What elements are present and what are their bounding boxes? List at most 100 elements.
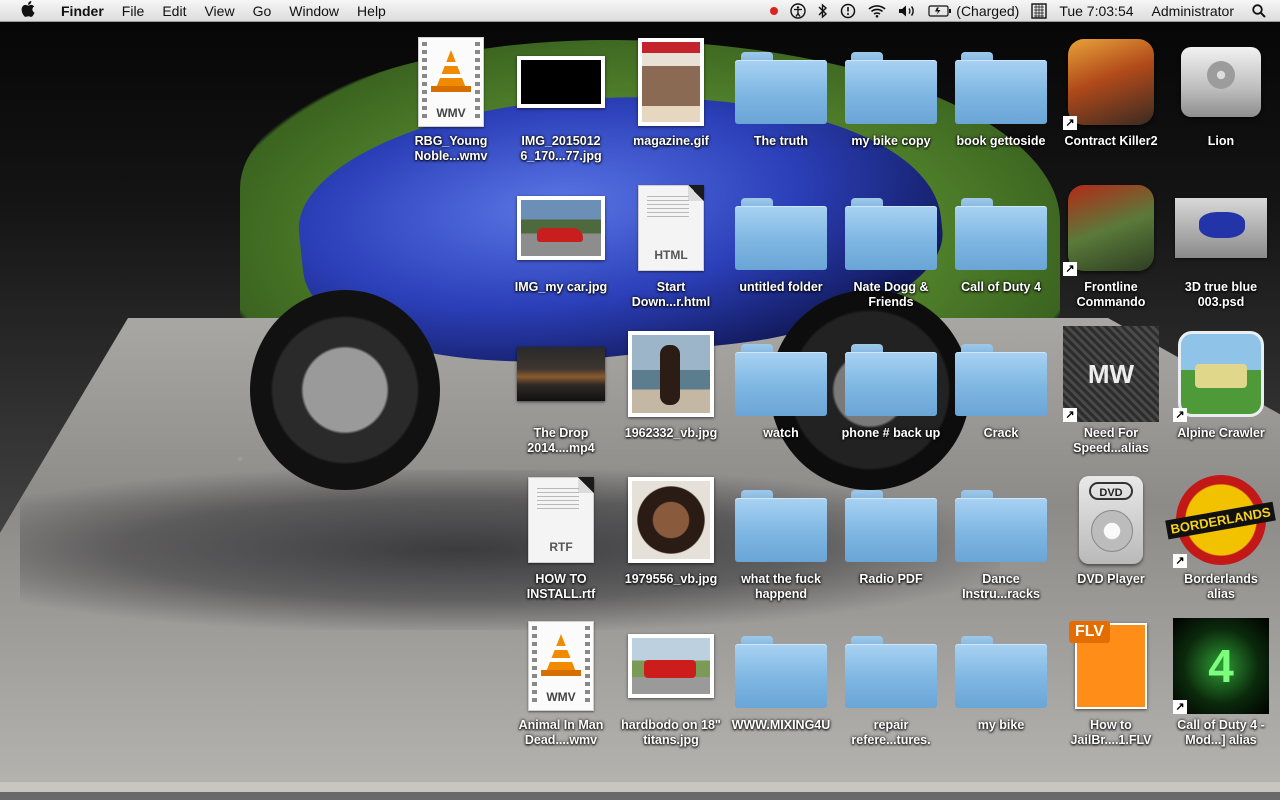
folder-icon [845, 198, 937, 270]
bluetooth-icon[interactable] [812, 3, 834, 19]
image-thumbnail [517, 56, 605, 108]
photo-thumbnail [628, 477, 714, 563]
alias-arrow-icon: ↗ [1063, 408, 1077, 422]
folder-icon [845, 636, 937, 708]
accessibility-icon[interactable] [784, 3, 812, 19]
file-type-tag: WMV [436, 106, 466, 120]
desktop-folder[interactable]: phone # back up [839, 326, 943, 441]
desktop-folder[interactable]: my bike [949, 618, 1053, 733]
folder-icon [735, 490, 827, 562]
alias-arrow-icon: ↗ [1173, 408, 1187, 422]
vlc-document-icon: WMV [418, 37, 484, 127]
folder-icon [955, 636, 1047, 708]
icon-label: my bike [977, 718, 1025, 732]
icon-label: untitled folder [739, 280, 823, 294]
desktop-folder[interactable]: Call of Duty 4 [949, 180, 1053, 295]
icon-label: IMG_my car.jpg [514, 280, 608, 294]
icon-label: Lion [1207, 134, 1235, 148]
icon-label: 3D true blue 003.psd [1184, 280, 1258, 309]
desktop-folder[interactable]: repair refere...tures. [839, 618, 943, 748]
desktop-folder[interactable]: WWW.MIXING4U [729, 618, 833, 733]
truck-photo-thumbnail [628, 634, 714, 698]
hard-drive-icon [1181, 47, 1261, 117]
desktop-app[interactable]: DVD DVD Player [1059, 472, 1163, 587]
menu-file[interactable]: File [113, 0, 154, 22]
volume-icon[interactable] [892, 4, 922, 18]
desktop-icon-gif-file[interactable]: magazine.gif [619, 34, 723, 149]
folder-icon [955, 344, 1047, 416]
menu-edit[interactable]: Edit [153, 0, 195, 22]
icon-label: phone # back up [841, 426, 941, 440]
icon-label: repair refere...tures. [851, 718, 931, 747]
status-menus: (Charged) Tue 7:03:54 Administrator [764, 0, 1280, 22]
menu-window[interactable]: Window [280, 0, 348, 22]
desktop-folder[interactable]: what the fuck happend [729, 472, 833, 602]
desktop-app-alias[interactable]: ↗ Frontline Commando [1059, 180, 1163, 310]
desktop-icon-html-file[interactable]: HTML Start Down...r.html [619, 180, 723, 310]
desktop-hard-drive[interactable]: Lion [1169, 34, 1273, 149]
apple-menu-icon[interactable] [18, 0, 38, 21]
folder-icon [735, 344, 827, 416]
time-machine-icon[interactable] [834, 3, 862, 19]
desktop-icon-video-file[interactable]: The Drop 2014....mp4 [509, 326, 613, 456]
folder-icon [735, 636, 827, 708]
desktop-icon-wmv-file[interactable]: WMV Animal In Man Dead....wmv [509, 618, 613, 748]
desktop-folder[interactable]: The truth [729, 34, 833, 149]
desktop-folder[interactable]: book gettoside [949, 34, 1053, 149]
folder-icon [735, 198, 827, 270]
desktop-folder[interactable]: Radio PDF [839, 472, 943, 587]
desktop-icon-image-file[interactable]: IMG_my car.jpg [509, 180, 613, 295]
menubar-clock[interactable]: Tue 7:03:54 [1053, 0, 1139, 22]
desktop-icon-image-file[interactable]: hardbodo on 18" titans.jpg [619, 618, 723, 748]
keyboard-viewer-icon[interactable] [1025, 3, 1053, 19]
desktop-folder[interactable]: Dance Instru...racks [949, 472, 1053, 602]
menu-bar: Finder File Edit View Go Window Help (Ch… [0, 0, 1280, 22]
desktop-folder[interactable]: Crack [949, 326, 1053, 441]
icon-label: watch [763, 426, 799, 440]
icon-label: DVD Player [1077, 572, 1145, 586]
battery-status[interactable]: (Charged) [922, 0, 1025, 22]
user-menu[interactable]: Administrator [1140, 0, 1246, 22]
vlc-document-icon: WMV [528, 621, 594, 711]
desktop-app-alias[interactable]: ↗ Contract Killer2 [1059, 34, 1163, 149]
file-type-tag: FLV [1069, 621, 1111, 643]
desktop-app-alias[interactable]: MW ↗ Need For Speed...alias [1059, 326, 1163, 456]
icon-label: what the fuck happend [741, 572, 821, 601]
menu-view[interactable]: View [195, 0, 243, 22]
wifi-icon[interactable] [862, 4, 892, 18]
spotlight-icon[interactable] [1246, 4, 1280, 18]
icon-label: Start Down...r.html [631, 280, 711, 309]
desktop-icon-flv-file[interactable]: FLV How to JailBr....1.FLV [1059, 618, 1163, 748]
desktop-app-alias[interactable]: 4 ↗ Call of Duty 4 - Mod...] alias [1169, 618, 1273, 748]
alias-arrow-icon: ↗ [1063, 262, 1077, 276]
desktop-icon-rtf-file[interactable]: RTF HOW TO INSTALL.rtf [509, 472, 613, 602]
borderlands-icon: BORDERLANDS [1165, 475, 1277, 565]
borderlands-logo-text: BORDERLANDS [1165, 501, 1277, 539]
record-indicator-icon[interactable] [764, 7, 784, 15]
desktop-folder[interactable]: Nate Dogg & Friends [839, 180, 943, 310]
desktop-icon-psd-file[interactable]: 3D true blue 003.psd [1169, 180, 1273, 310]
desktop-folder[interactable]: my bike copy [839, 34, 943, 149]
desktop-icon-wmv-file[interactable]: WMV RBG_Young Noble...wmv [399, 34, 503, 164]
dvd-logo-text: DVD [1089, 482, 1133, 500]
wallpaper-front-wheel [250, 290, 440, 490]
icon-label: book gettoside [956, 134, 1046, 148]
nfs-logo-text: MW [1087, 359, 1135, 389]
desktop-icon-image-file[interactable]: IMG_2015012 6_170...77.jpg [509, 34, 613, 164]
dvd-player-icon: DVD [1079, 476, 1143, 564]
folder-icon [735, 52, 827, 124]
folder-icon [955, 52, 1047, 124]
desktop-app-alias[interactable]: ↗ Alpine Crawler [1169, 326, 1273, 441]
desktop-folder[interactable]: untitled folder [729, 180, 833, 295]
folder-icon [955, 198, 1047, 270]
menu-finder[interactable]: Finder [52, 0, 113, 22]
desktop-icon-image-file[interactable]: 1979556_vb.jpg [619, 472, 723, 587]
icon-label: Frontline Commando [1076, 280, 1146, 309]
menu-go[interactable]: Go [244, 0, 281, 22]
desktop-icon-image-file[interactable]: 1962332_vb.jpg [619, 326, 723, 441]
psd-thumbnail [1175, 198, 1267, 258]
file-type-tag: RTF [549, 540, 573, 554]
menu-help[interactable]: Help [348, 0, 395, 22]
desktop-folder[interactable]: watch [729, 326, 833, 441]
desktop-app-alias[interactable]: BORDERLANDS ↗ Borderlands alias [1165, 472, 1277, 602]
